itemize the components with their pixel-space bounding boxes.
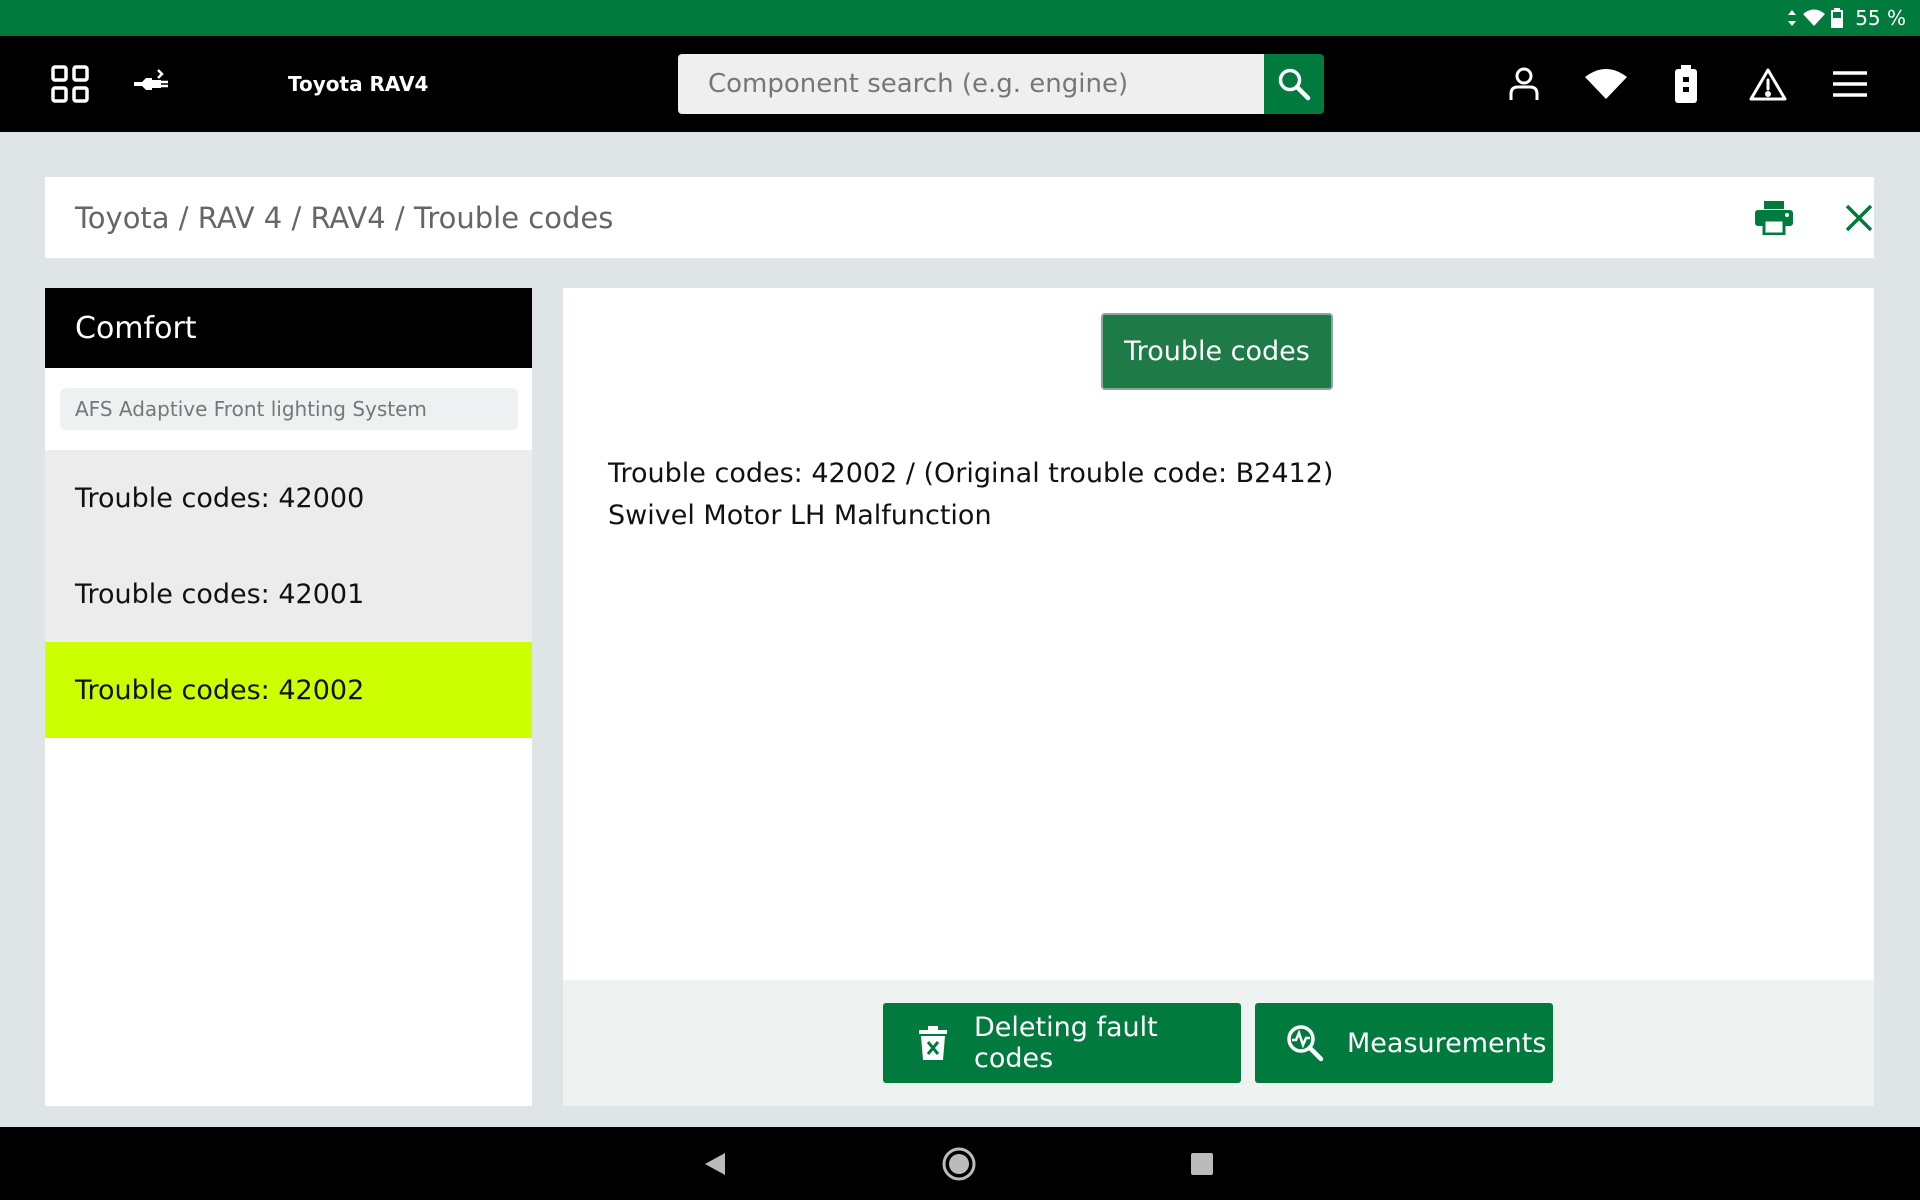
top-bar: Toyota RAV4 — [0, 36, 1920, 132]
trash-icon — [918, 1026, 947, 1060]
back-icon — [705, 1152, 725, 1175]
sidebar-title: Comfort — [45, 288, 532, 368]
back-button[interactable] — [685, 1127, 745, 1200]
search-button[interactable] — [1264, 54, 1324, 114]
search-input[interactable] — [678, 54, 1264, 114]
sidebar-filter-wrap: AFS Adaptive Front lighting System — [45, 368, 532, 450]
battery-percentage: 55 % — [1855, 6, 1906, 30]
delete-fault-codes-button[interactable]: Deleting fault codes — [883, 1003, 1241, 1083]
menu-icon[interactable] — [1826, 36, 1874, 132]
home-icon — [942, 1147, 976, 1180]
vehicle-title: Toyota RAV4 — [288, 72, 429, 96]
print-button[interactable] — [1744, 177, 1804, 258]
trouble-codes-tab[interactable]: Trouble codes — [1101, 313, 1333, 390]
system-navigation-bar — [0, 1127, 1920, 1200]
main-content: Trouble codes Trouble codes: 42002 / (Or… — [563, 288, 1874, 1106]
plug-connection-icon[interactable] — [128, 36, 176, 132]
recents-icon — [1191, 1152, 1213, 1175]
sidebar: Comfort AFS Adaptive Front lighting Syst… — [45, 288, 532, 1106]
search-icon — [1278, 68, 1311, 101]
recents-button[interactable] — [1172, 1127, 1232, 1200]
home-button[interactable] — [929, 1127, 989, 1200]
status-icons — [1787, 8, 1844, 28]
measurements-label: Measurements — [1347, 1027, 1547, 1059]
grid-icon[interactable] — [44, 36, 96, 132]
action-footer: Deleting fault codes Measurements — [563, 980, 1874, 1106]
list-item-42001[interactable]: Trouble codes: 42001 — [45, 546, 532, 642]
list-item-42002[interactable]: Trouble codes: 42002 — [45, 642, 532, 738]
breadcrumb: Toyota / RAV 4 / RAV4 / Trouble codes — [75, 200, 614, 235]
delete-fault-codes-label: Deleting fault codes — [974, 1012, 1158, 1074]
trouble-code-title: Trouble codes: 42002 / (Original trouble… — [608, 458, 1334, 489]
status-bar: 55 % — [0, 0, 1920, 36]
close-icon — [1845, 204, 1873, 231]
user-icon[interactable] — [1502, 36, 1546, 132]
wifi-icon[interactable] — [1584, 36, 1628, 132]
system-filter[interactable]: AFS Adaptive Front lighting System — [60, 388, 518, 430]
close-button[interactable] — [1829, 177, 1889, 258]
breadcrumb-bar: Toyota / RAV 4 / RAV4 / Trouble codes — [45, 177, 1874, 258]
measurements-button[interactable]: Measurements — [1255, 1003, 1553, 1083]
print-icon — [1755, 200, 1793, 235]
measurement-search-icon — [1287, 1025, 1324, 1062]
data-arrows-icon — [1788, 10, 1797, 26]
battery-icon[interactable] — [1664, 36, 1708, 132]
list-item-42000[interactable]: Trouble codes: 42000 — [45, 450, 532, 546]
trouble-code-description: Swivel Motor LH Malfunction — [608, 500, 992, 531]
wifi-status-icon — [1803, 9, 1826, 26]
battery-status-icon — [1831, 8, 1844, 28]
warning-icon[interactable] — [1744, 36, 1792, 132]
component-search — [678, 54, 1324, 114]
